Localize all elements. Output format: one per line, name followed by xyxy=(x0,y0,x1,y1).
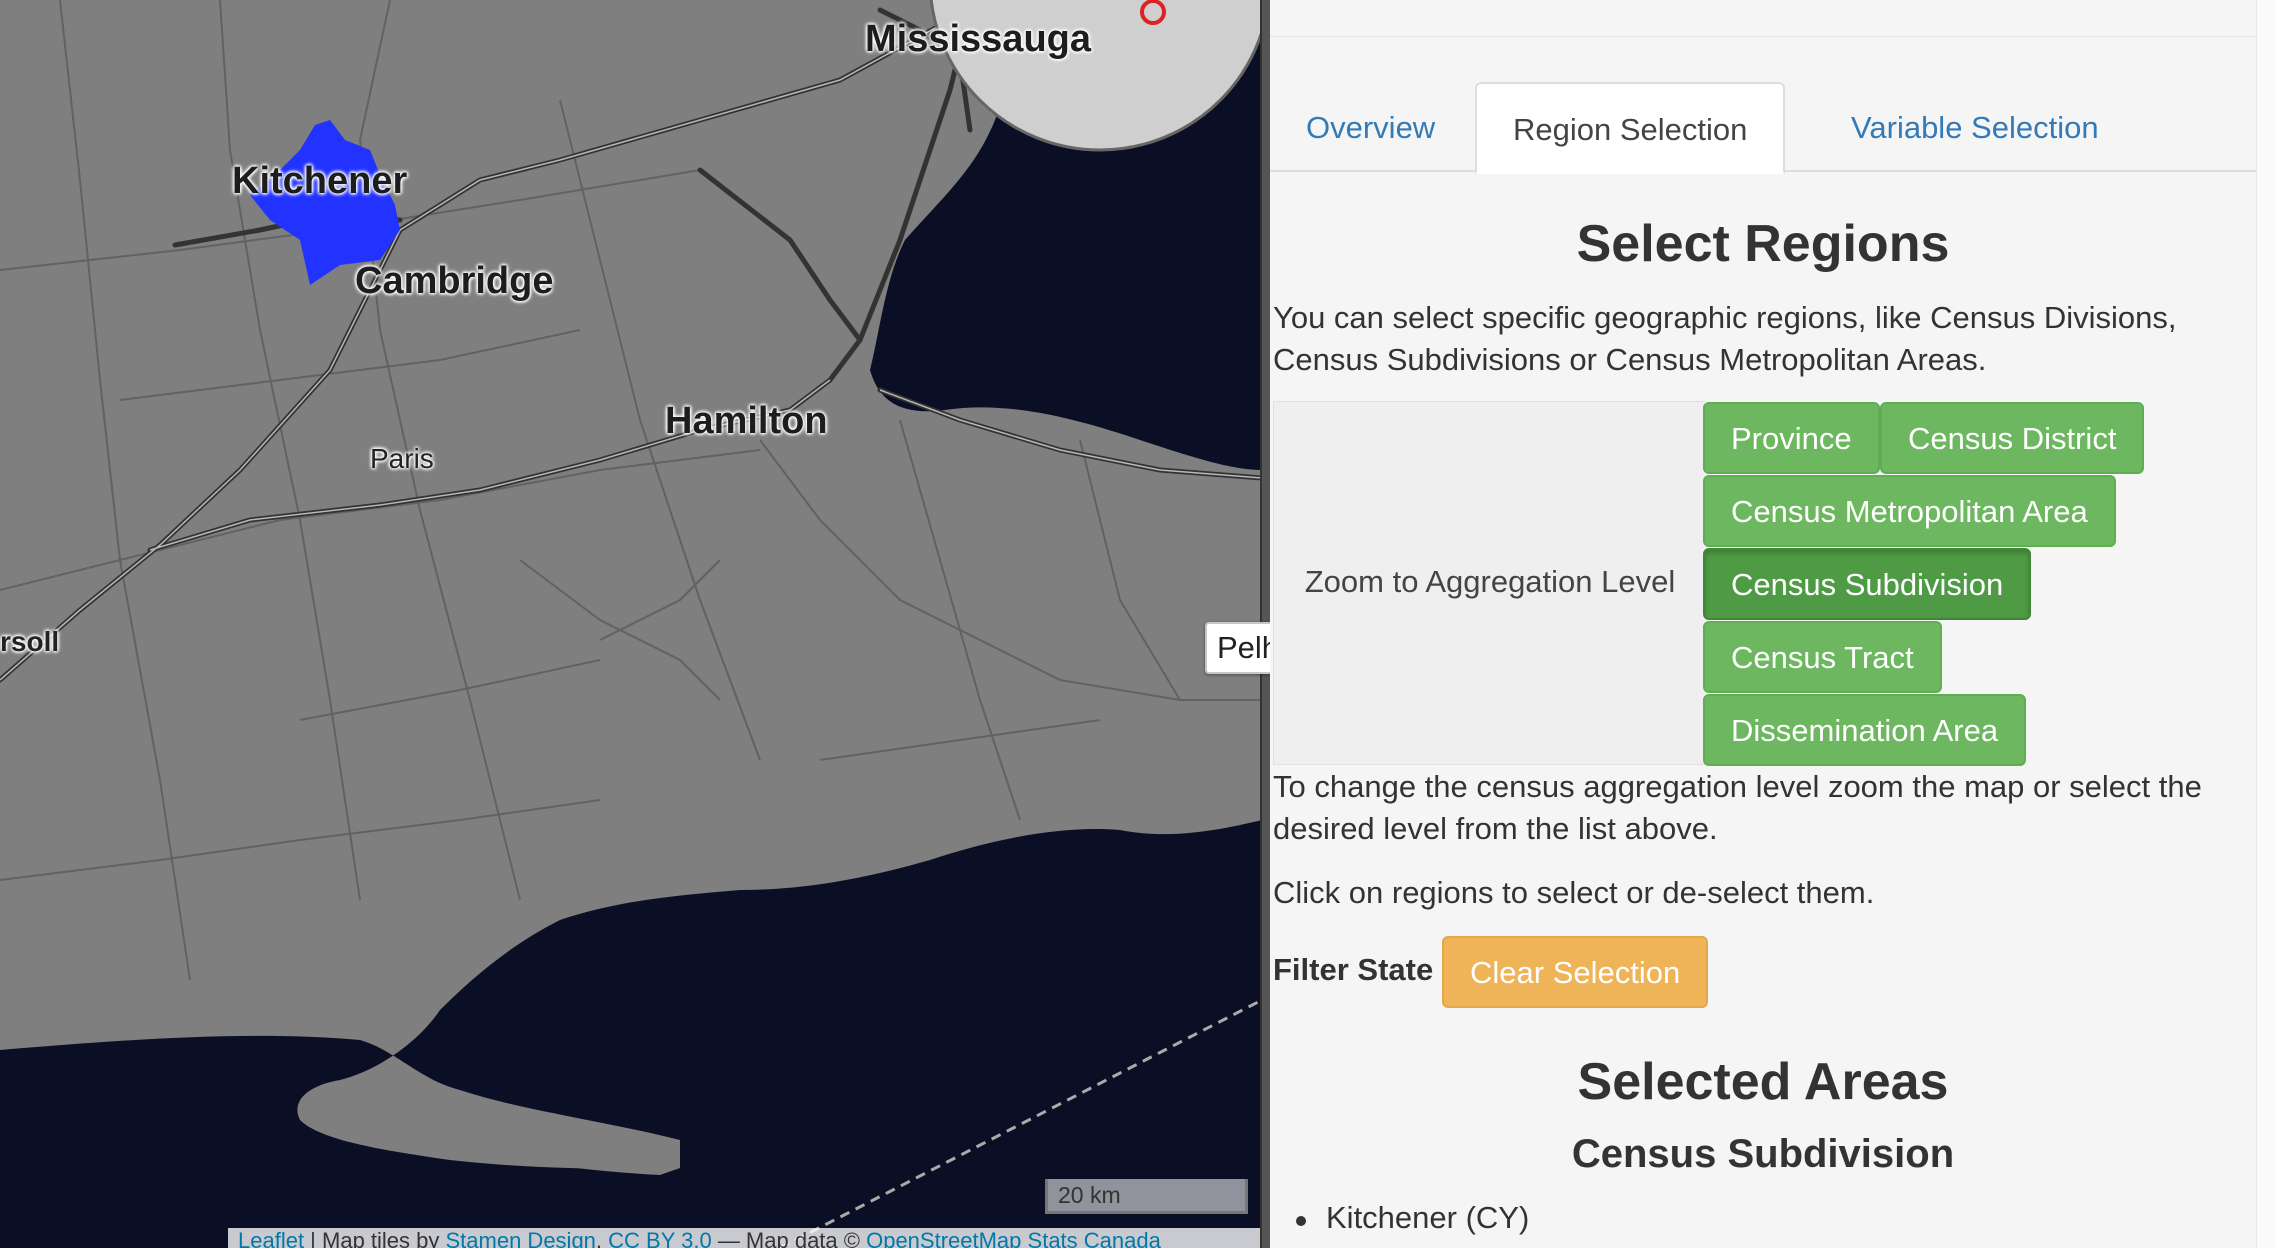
tab-region-selection[interactable]: Region Selection xyxy=(1475,82,1786,174)
tab-overview[interactable]: Overview xyxy=(1270,82,1471,174)
level-cma-button[interactable]: Census Metropolitan Area xyxy=(1703,475,2116,547)
attribution-text-3: — Map data © xyxy=(711,1228,867,1248)
tab-variable-selection[interactable]: Variable Selection xyxy=(1815,82,2135,174)
level-census-tract-button[interactable]: Census Tract xyxy=(1703,621,1942,693)
top-divider xyxy=(1270,36,2256,37)
selected-areas-title: Selected Areas xyxy=(1577,1053,1949,1111)
click-regions-text: Click on regions to select or de-select … xyxy=(1273,875,1875,910)
select-regions-title: Select Regions xyxy=(1576,215,1950,273)
city-label-hamilton: Hamilton xyxy=(665,400,828,442)
city-label-mississauga: Mississauga xyxy=(865,18,1091,60)
map[interactable]: Mississauga Kitchener Cambridge Hamilton… xyxy=(0,0,1262,1248)
attribution-text-1: | Map tiles by xyxy=(304,1228,446,1248)
sidebar-panel: Overview Region Selection Variable Selec… xyxy=(1270,0,2256,1248)
selected-level-heading: Census Subdivision xyxy=(1571,1132,1955,1176)
level-province-button[interactable]: Province xyxy=(1703,402,1880,474)
clear-selection-button[interactable]: Clear Selection xyxy=(1442,936,1709,1008)
level-csd-button[interactable]: Census Subdivision xyxy=(1703,548,2032,620)
aggregation-level-cell: Zoom to Aggregation Level xyxy=(1273,401,1705,765)
map-attribution: Leaflet | Map tiles by Stamen Design, CC… xyxy=(228,1228,1262,1248)
statcan-link[interactable]: Stats Canada xyxy=(1028,1228,1161,1248)
sidebar-scrollbar[interactable] xyxy=(2256,0,2276,1248)
attribution-text-2: , xyxy=(595,1228,609,1248)
selected-area-label: Kitchener (CY) xyxy=(1326,1200,1530,1235)
leaflet-link[interactable]: Leaflet xyxy=(238,1228,304,1248)
osm-link[interactable]: OpenStreetMap xyxy=(866,1228,1021,1248)
map-tiles xyxy=(0,0,1262,1248)
select-regions-intro: You can select specific geographic regio… xyxy=(1273,300,2177,377)
level-census-district-button[interactable]: Census District xyxy=(1880,402,2145,474)
ccby-link[interactable]: CC BY 3.0 xyxy=(608,1228,712,1248)
city-label-cambridge: Cambridge xyxy=(355,260,554,302)
city-label-kitchener: Kitchener xyxy=(232,160,408,202)
filter-state-label: Filter State xyxy=(1273,952,1434,987)
change-level-text: To change the census aggregation level z… xyxy=(1273,769,2202,846)
level-dissemination-area-button[interactable]: Dissemination Area xyxy=(1703,694,2027,766)
stamen-link[interactable]: Stamen Design xyxy=(446,1228,596,1248)
zoom-aggregation-label: Zoom to Aggregation Level xyxy=(1304,564,1676,599)
tab-bar: Overview Region Selection Variable Selec… xyxy=(1270,82,2256,174)
city-label-paris: Paris xyxy=(370,443,434,474)
selected-area-item: Kitchener (CY) xyxy=(1296,1200,1530,1236)
list-bullet xyxy=(1296,1216,1306,1226)
scale-bar: 20 km xyxy=(1045,1179,1248,1214)
land-area xyxy=(0,0,1262,1169)
city-label-ingersoll: rsoll xyxy=(0,626,60,657)
